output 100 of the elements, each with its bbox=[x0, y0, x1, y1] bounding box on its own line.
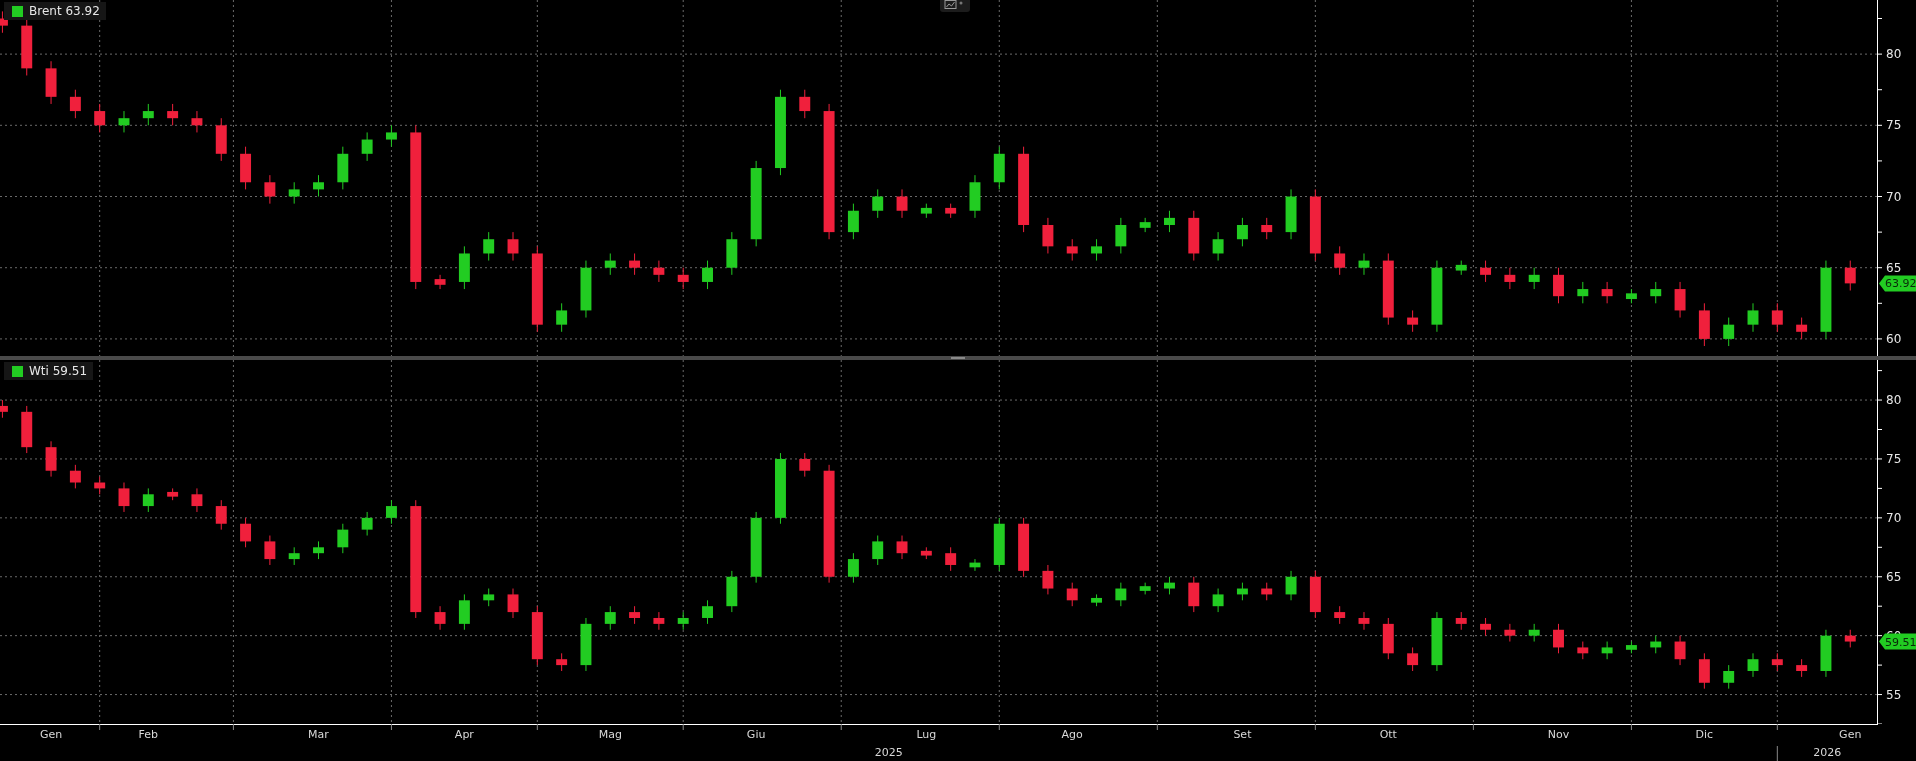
candlestick bbox=[1018, 517, 1030, 578]
candlestick bbox=[1285, 570, 1297, 601]
x-tick-label: Set bbox=[1233, 728, 1252, 741]
price-tag: 59.51 bbox=[1879, 633, 1916, 650]
candlestick bbox=[1285, 188, 1297, 240]
candlestick bbox=[69, 89, 81, 119]
y-tick-label: 60 bbox=[1886, 331, 1902, 346]
candlestick bbox=[1261, 217, 1273, 240]
candlestick bbox=[1844, 260, 1856, 291]
candlestick bbox=[580, 617, 592, 672]
candlestick bbox=[361, 131, 373, 162]
candlestick bbox=[1188, 576, 1200, 613]
candlestick bbox=[1358, 252, 1370, 276]
candlestick bbox=[1553, 267, 1564, 304]
candlestick bbox=[920, 546, 932, 560]
candlestick bbox=[0, 399, 8, 419]
candlestick bbox=[240, 517, 252, 548]
candlestick bbox=[945, 546, 957, 572]
candlestick bbox=[1236, 217, 1248, 247]
candlestick bbox=[1504, 623, 1516, 643]
candlestick bbox=[1771, 652, 1783, 672]
candlestick bbox=[264, 535, 276, 566]
candlestick bbox=[1407, 309, 1419, 333]
candlestick bbox=[191, 487, 203, 513]
candlestick bbox=[969, 174, 981, 219]
y-tick-label: 80 bbox=[1886, 393, 1902, 408]
candlestick bbox=[799, 89, 811, 119]
x-tick-label: Lug bbox=[916, 728, 937, 741]
candlestick bbox=[969, 558, 981, 572]
candlestick bbox=[386, 124, 397, 148]
resize-handle[interactable] bbox=[951, 357, 965, 359]
candlestick bbox=[191, 110, 203, 133]
y-tick-label: 65 bbox=[1886, 569, 1902, 584]
candlestick bbox=[94, 476, 106, 495]
candlestick bbox=[799, 452, 811, 478]
candlestick bbox=[1771, 302, 1783, 333]
candlestick bbox=[677, 267, 689, 290]
candlestick bbox=[313, 174, 324, 197]
candlestick bbox=[702, 599, 713, 625]
candlestick bbox=[1407, 646, 1419, 672]
candlestick bbox=[726, 231, 738, 276]
candlestick bbox=[313, 540, 324, 560]
candlestick bbox=[1455, 260, 1467, 276]
chart-type-button[interactable] bbox=[940, 0, 970, 12]
candlestick bbox=[1115, 217, 1127, 254]
x-tick-label: Giu bbox=[746, 728, 766, 741]
candlestick bbox=[1504, 267, 1516, 290]
candlestick bbox=[361, 511, 373, 536]
y-tick-label: 65 bbox=[1886, 260, 1902, 275]
candlestick bbox=[167, 487, 179, 501]
candlestick bbox=[1723, 664, 1735, 690]
candlestick bbox=[993, 517, 1005, 572]
candlestick bbox=[337, 523, 349, 554]
candlestick bbox=[1674, 635, 1686, 666]
candlestick bbox=[1334, 245, 1346, 276]
x-tick-label: Gen bbox=[1839, 728, 1862, 741]
candlestick bbox=[215, 499, 227, 531]
candlestick bbox=[872, 188, 884, 219]
x-tick-label: Ott bbox=[1379, 728, 1397, 741]
candlestick bbox=[434, 605, 446, 631]
candlestick bbox=[1236, 582, 1248, 601]
candlestick bbox=[1844, 629, 1856, 648]
candlestick bbox=[1650, 635, 1662, 654]
candlestick bbox=[1650, 281, 1662, 304]
candlestick bbox=[1796, 317, 1808, 340]
candlestick bbox=[1334, 605, 1346, 625]
candlestick bbox=[531, 605, 543, 666]
candlestick bbox=[21, 405, 33, 454]
candlestick bbox=[458, 593, 470, 631]
candlestick bbox=[702, 260, 713, 290]
candlestick bbox=[1577, 641, 1589, 660]
candlestick bbox=[1358, 611, 1370, 631]
candlestick bbox=[629, 605, 641, 625]
candlestick bbox=[1042, 564, 1054, 595]
candlestick bbox=[1164, 576, 1175, 595]
candlestick bbox=[1212, 588, 1224, 613]
candlestick bbox=[556, 652, 568, 672]
candlestick bbox=[945, 203, 957, 219]
candlestick bbox=[483, 231, 495, 262]
candlestick bbox=[847, 552, 859, 584]
x-tick-label: Feb bbox=[138, 728, 159, 741]
x-tick-label: Ago bbox=[1061, 728, 1083, 741]
candlestick bbox=[240, 146, 252, 190]
candlestick bbox=[1674, 281, 1686, 319]
candlestick bbox=[1480, 617, 1491, 637]
y-tick-label: 70 bbox=[1886, 189, 1902, 204]
candlestick bbox=[1164, 210, 1175, 233]
candlestick bbox=[1698, 652, 1710, 690]
candlestick bbox=[142, 103, 154, 126]
candlestick bbox=[45, 60, 57, 105]
candlestick bbox=[1480, 260, 1491, 283]
candlestick bbox=[507, 588, 519, 619]
candlestick bbox=[337, 146, 349, 190]
x-tick-label: Gen bbox=[39, 728, 63, 741]
candlestick bbox=[1382, 617, 1394, 660]
candlestick bbox=[1091, 238, 1102, 262]
candlestick bbox=[629, 252, 641, 276]
candlestick bbox=[1577, 281, 1589, 304]
candlestick bbox=[847, 203, 859, 240]
legend-text: Wti 59.51 bbox=[29, 364, 88, 378]
